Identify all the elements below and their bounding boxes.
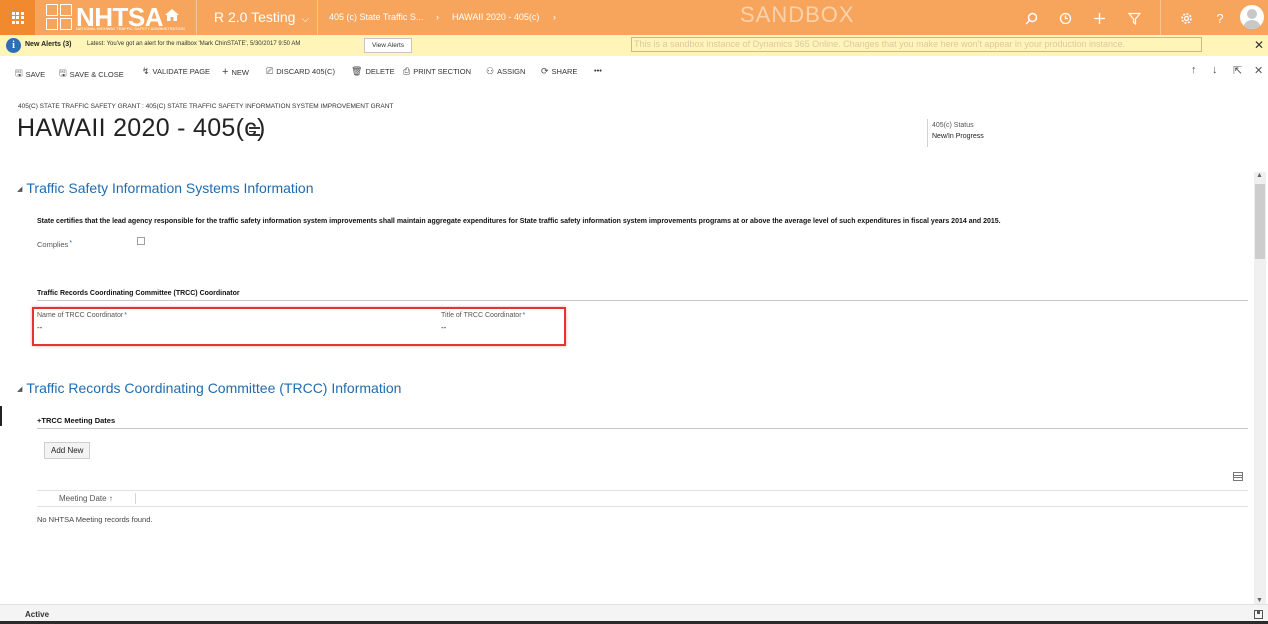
search-icon[interactable]	[1022, 9, 1040, 27]
close-icon[interactable]: ✕	[1254, 38, 1264, 52]
record-status-text: Active	[25, 610, 50, 619]
grid-header-row: Meeting Date ↑	[37, 490, 1248, 507]
view-alerts-button[interactable]: View Alerts	[364, 38, 413, 53]
breadcrumb-record[interactable]: HAWAII 2020 - 405(c)	[452, 12, 539, 22]
alert-message: Latest: You've got an alert for the mail…	[87, 41, 301, 47]
header-status-field: 405(c) Status New/In Progress	[927, 119, 1007, 147]
highlight-annotation-box	[32, 307, 566, 346]
print-section-button[interactable]: ⎙ PRINT SECTION	[403, 66, 471, 77]
add-new-button[interactable]: Add New	[44, 442, 91, 459]
save-button[interactable]: 🖫 SAVE	[15, 66, 45, 82]
assign-button[interactable]: ⚇ ASSIGN	[486, 66, 525, 77]
trcc-coordinator-heading: Traffic Records Coordinating Committee (…	[37, 290, 1248, 301]
share-icon: ⟳	[541, 66, 549, 76]
alert-title[interactable]: New Alerts (3)	[25, 41, 71, 48]
complies-label-text: Complies	[37, 240, 69, 249]
share-button[interactable]: ⟳ SHARE	[541, 66, 577, 77]
save-icon: 🖫	[15, 68, 23, 78]
validate-page-button[interactable]: ↯ VALIDATE PAGE	[142, 66, 210, 77]
breadcrumb-entity[interactable]: 405 (c) State Traffic S...	[329, 12, 423, 22]
previous-record-icon[interactable]: ↑	[1191, 64, 1197, 76]
trcc-meeting-dates-grid-title[interactable]: +TRCC Meeting Dates	[37, 416, 1248, 429]
nav-divider	[196, 0, 197, 35]
print-icon: ⎙	[403, 66, 411, 76]
new-label: NEW	[231, 67, 249, 77]
left-edge-marker	[0, 406, 2, 426]
nav-divider	[317, 0, 318, 35]
app-launcher-icon[interactable]	[0, 0, 35, 35]
required-asterisk: *	[69, 240, 72, 247]
discard-button[interactable]: ⎚ DISCARD 405(C)	[266, 66, 335, 77]
certification-text: State certifies that the lead agency res…	[37, 218, 1001, 225]
section-header-trcc[interactable]: ◢ Traffic Records Coordinating Committee …	[17, 380, 401, 396]
section-title: Traffic Records Coordinating Committee (…	[26, 380, 402, 396]
collapse-caret-icon[interactable]: ◢	[17, 385, 22, 393]
vertical-scrollbar[interactable]: ▲ ▼	[1254, 172, 1266, 604]
section-title: Traffic Safety Information Systems Infor…	[26, 180, 314, 196]
status-value: New/In Progress	[932, 133, 984, 140]
save-close-icon: 🖫	[59, 68, 67, 78]
help-icon[interactable]: ?	[1211, 9, 1229, 27]
pop-out-icon[interactable]: ⇱	[1233, 64, 1242, 77]
empty-grid-message: No NHTSA Meeting records found.	[37, 515, 153, 524]
plus-icon: +	[222, 66, 229, 78]
column-header-meeting-date[interactable]: Meeting Date ↑	[59, 494, 113, 503]
validate-label: VALIDATE PAGE	[152, 67, 211, 76]
save-label: SAVE	[25, 69, 46, 79]
scrollbar-thumb[interactable]	[1255, 184, 1265, 259]
collapse-caret-icon[interactable]: ◢	[17, 185, 22, 193]
column-header-text: Meeting Date	[59, 494, 107, 503]
close-form-icon[interactable]: ✕	[1254, 64, 1263, 77]
discard-label: DISCARD 405(C)	[276, 67, 335, 76]
advanced-find-filter-icon[interactable]	[1125, 9, 1143, 27]
create-new-icon[interactable]	[1090, 9, 1108, 27]
form-selector-menu-icon[interactable]	[249, 127, 260, 136]
status-label: 405(c) Status	[932, 122, 974, 129]
view-selector-list-icon[interactable]	[1233, 472, 1243, 481]
top-navigation-bar: NHTSA NATIONAL HIGHWAY TRAFFIC SAFETY AD…	[0, 0, 1268, 35]
area-selector[interactable]: R 2.0 Testing ⌵	[214, 9, 309, 25]
assign-label: ASSIGN	[497, 67, 526, 76]
footer-save-icon[interactable]	[1254, 610, 1263, 619]
chevron-right-icon: ›	[436, 12, 439, 22]
validate-icon: ↯	[142, 66, 150, 76]
user-avatar[interactable]	[1240, 5, 1264, 29]
info-icon: i	[6, 38, 21, 53]
chevron-down-icon: ⌵	[301, 14, 310, 25]
record-path: 405(C) STATE TRAFFIC SAFETY GRANT : 405(…	[18, 103, 394, 110]
new-button[interactable]: + NEW	[222, 66, 249, 78]
sandbox-watermark: SANDBOX	[740, 2, 855, 27]
discard-icon: ⎚	[266, 66, 274, 76]
recent-history-icon[interactable]	[1056, 9, 1074, 27]
scroll-up-icon[interactable]: ▲	[1256, 172, 1263, 179]
sandbox-notice: This is a sandbox instance of Dynamics 3…	[631, 37, 1202, 52]
trash-icon: 🗑	[351, 66, 363, 76]
print-label: PRINT SECTION	[413, 67, 471, 76]
nav-divider	[1160, 0, 1161, 35]
next-record-icon[interactable]: ↓	[1212, 64, 1218, 76]
section-header-tsis[interactable]: ◢ Traffic Safety Information Systems Info…	[17, 180, 314, 196]
delete-button[interactable]: 🗑 DELETE	[351, 66, 395, 77]
share-label: SHARE	[551, 67, 578, 76]
logo-subtitle: NATIONAL HIGHWAY TRAFFIC SAFETY ADMINIST…	[76, 26, 185, 31]
complies-checkbox[interactable]	[137, 237, 145, 245]
settings-gear-icon[interactable]	[1177, 9, 1195, 27]
page-title: HAWAII 2020 - 405(c)	[17, 114, 266, 142]
area-selector-label: R 2.0 Testing	[214, 9, 296, 25]
sort-ascending-icon: ↑	[108, 494, 113, 503]
assign-icon: ⚇	[486, 66, 495, 76]
save-and-close-button[interactable]: 🖫 SAVE & CLOSE	[59, 66, 124, 82]
alert-notification-bar: i New Alerts (3) Latest: You've got an a…	[0, 35, 1268, 56]
delete-label: DELETE	[365, 67, 395, 76]
more-commands-button[interactable]: •••	[594, 66, 602, 75]
complies-label: Complies*	[37, 240, 72, 249]
save-close-label: SAVE & CLOSE	[69, 69, 124, 79]
home-icon[interactable]	[163, 6, 181, 24]
scroll-down-icon[interactable]: ▼	[1256, 597, 1263, 604]
chevron-right-icon[interactable]: ›	[553, 12, 556, 22]
nhtsa-logo-mark-icon	[46, 4, 72, 30]
column-divider[interactable]	[135, 493, 136, 504]
command-bar: 🖫 SAVE 🖫 SAVE & CLOSE ↯ VALIDATE PAGE + NEW …	[0, 56, 1268, 86]
